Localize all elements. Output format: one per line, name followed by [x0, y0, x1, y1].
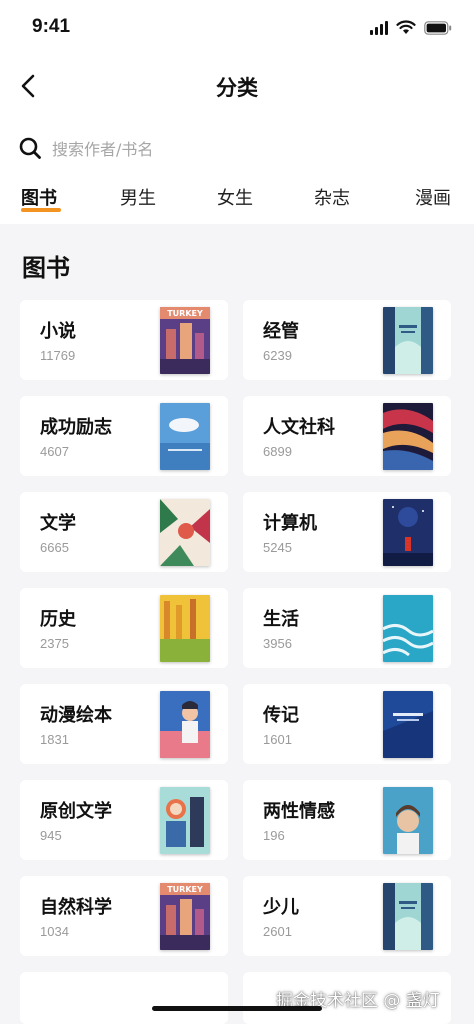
search-icon — [19, 137, 41, 159]
category-name: 少儿 — [263, 897, 299, 918]
category-count: 3956 — [263, 636, 292, 651]
header-area: 9:41 分类 搜索作者/书名 图书 男生 女生 杂志 漫画 — [0, 0, 474, 224]
book-cover-image — [383, 307, 433, 374]
category-name: 经管 — [263, 321, 299, 342]
status-icons — [370, 20, 452, 35]
search-input[interactable]: 搜索作者/书名 — [52, 136, 153, 160]
book-cover-image — [160, 403, 210, 470]
category-card-business[interactable]: 经管 6239 — [243, 300, 451, 380]
category-name: 文学 — [40, 513, 76, 534]
category-card-success[interactable]: 成功励志 4607 — [20, 396, 228, 476]
book-cover-image — [383, 883, 433, 950]
category-name: 动漫绘本 — [40, 705, 112, 726]
search-field[interactable]: 搜索作者/书名 — [18, 132, 318, 164]
tab-magazine[interactable]: 杂志 — [314, 184, 350, 210]
category-count: 6899 — [263, 444, 292, 459]
category-count: 945 — [40, 828, 62, 843]
category-count: 196 — [263, 828, 285, 843]
category-count: 1034 — [40, 924, 69, 939]
category-card-relationships[interactable]: 两性情感 196 — [243, 780, 451, 860]
battery-icon — [424, 20, 452, 35]
book-cover-image — [383, 787, 433, 854]
wifi-icon — [396, 20, 416, 35]
category-name: 生活 — [263, 609, 299, 630]
category-count: 4607 — [40, 444, 69, 459]
tab-female[interactable]: 女生 — [217, 184, 253, 210]
status-bar: 9:41 — [0, 0, 474, 56]
category-name: 人文社科 — [263, 417, 335, 438]
category-name: 历史 — [40, 609, 76, 630]
category-count: 11769 — [40, 348, 76, 363]
category-card-biography[interactable]: 传记 1601 — [243, 684, 451, 764]
cellular-signal-icon — [370, 20, 388, 35]
category-name: 两性情感 — [263, 801, 335, 822]
category-name: 成功励志 — [40, 417, 112, 438]
category-card-computer[interactable]: 计算机 5245 — [243, 492, 451, 572]
category-card-natural-science[interactable]: 自然科学 1034 TURKEY — [20, 876, 228, 956]
book-cover-image — [383, 499, 433, 566]
tab-books[interactable]: 图书 — [21, 184, 57, 210]
category-name: 传记 — [263, 705, 299, 726]
active-tab-indicator — [21, 208, 61, 212]
status-time: 9:41 — [32, 16, 71, 37]
category-card-humanities[interactable]: 人文社科 6899 — [243, 396, 451, 476]
category-count: 1601 — [263, 732, 292, 747]
category-card-original-literature[interactable]: 原创文学 945 — [20, 780, 228, 860]
category-card-history[interactable]: 历史 2375 — [20, 588, 228, 668]
category-card-partial[interactable] — [20, 972, 228, 1024]
category-count: 6239 — [263, 348, 292, 363]
svg-text:TURKEY: TURKEY — [167, 309, 203, 318]
tab-comics[interactable]: 漫画 — [415, 184, 451, 210]
svg-text:TURKEY: TURKEY — [167, 885, 203, 894]
category-card-novel[interactable]: 小说 11769 TURKEY — [20, 300, 228, 380]
book-cover-image — [160, 691, 210, 758]
category-count: 2375 — [40, 636, 69, 651]
book-cover-image — [383, 595, 433, 662]
category-count: 2601 — [263, 924, 292, 939]
category-card-children[interactable]: 少儿 2601 — [243, 876, 451, 956]
category-count: 6665 — [40, 540, 69, 555]
book-cover-image: TURKEY — [160, 307, 210, 374]
category-count: 1831 — [40, 732, 69, 747]
page-title: 分类 — [216, 76, 258, 100]
category-card-literature[interactable]: 文学 6665 — [20, 492, 228, 572]
tab-male[interactable]: 男生 — [120, 184, 156, 210]
book-cover-image — [160, 595, 210, 662]
book-cover-image: TURKEY — [160, 883, 210, 950]
category-name: 自然科学 — [40, 897, 112, 918]
category-name: 计算机 — [263, 513, 317, 534]
category-card-picture-books[interactable]: 动漫绘本 1831 — [20, 684, 228, 764]
book-cover-image — [160, 787, 210, 854]
navigation-bar: 分类 — [0, 60, 474, 112]
book-cover-image — [383, 403, 433, 470]
category-tabs: 图书 男生 女生 杂志 漫画 — [0, 184, 474, 220]
book-cover-image — [383, 691, 433, 758]
home-indicator — [152, 1006, 322, 1011]
category-name: 原创文学 — [40, 801, 112, 822]
category-name: 小说 — [40, 321, 76, 342]
category-count: 5245 — [263, 540, 292, 555]
category-card-life[interactable]: 生活 3956 — [243, 588, 451, 668]
section-title: 图书 — [22, 254, 70, 282]
book-cover-image — [160, 499, 210, 566]
